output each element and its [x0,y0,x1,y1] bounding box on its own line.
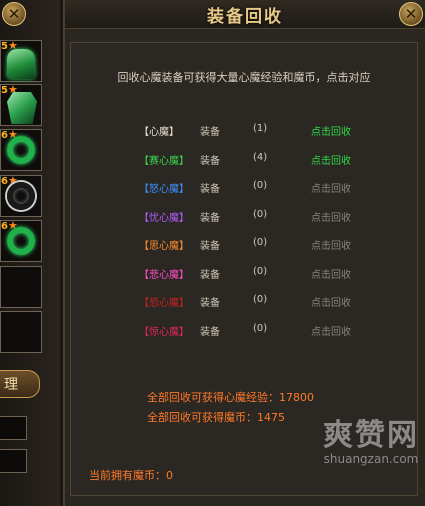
recycle-row: 【思心魔】 装备 (0) 点击回收 [71,237,417,252]
equipment-kind: 装备 [200,326,220,338]
close-icon[interactable]: ✕ [2,2,26,26]
ring-icon [7,182,35,210]
close-icon[interactable]: ✕ [399,2,423,26]
equipment-count: (0) [253,237,268,248]
armor-icon [7,92,37,124]
equipment-kind: 装备 [200,127,220,138]
small-slot-2[interactable] [0,449,27,473]
recycle-row: 【赛心魔】 装备 (4) 点击回收 [71,151,417,167]
equipment-count: (0) [253,208,268,220]
equipment-count: (1) [253,123,268,134]
equipment-name: 【惊心魔】 [139,326,189,338]
watermark-sub: shuangzan.com [323,452,419,466]
equipment-count: (4) [253,151,268,163]
inventory-slot-7[interactable] [0,311,42,353]
item-level: 5 [1,41,8,52]
equipment-count: (0) [253,265,268,277]
watermark: 爽赞网 shuangzan.com [323,410,419,466]
equipment-name: 【怒心魔】 [139,184,189,195]
recycle-button[interactable]: 点击回收 [311,209,351,224]
ring-icon [7,136,35,164]
equipment-kind: 装备 [200,269,220,281]
recycle-button[interactable]: 点击回收 [311,152,351,167]
intro-text: 回收心魔装备可获得大量心魔经验和魔币，点击对应 [117,71,371,84]
recycle-row: 【惊心魔】 装备 (0) 点击回收 [71,322,417,338]
equipment-kind: 装备 [200,241,220,252]
equipment-kind: 装备 [200,298,220,309]
equipment-name: 【恐心魔】 [139,298,189,309]
recycle-button[interactable]: 点击回收 [311,294,351,309]
inventory-strip: ✕ 5 ★ 5 ★ 6 ★ 6 ★ 6 ★ 理 [0,0,60,506]
helm-icon [7,49,35,79]
equipment-name: 【心魔】 [139,127,179,138]
recycle-button[interactable]: 点击回收 [311,323,351,338]
equipment-count: (0) [253,180,268,191]
inventory-slot-5[interactable]: 6 ★ [0,219,42,262]
inventory-slot-3[interactable]: 6 ★ [0,128,42,171]
inventory-slot-2[interactable]: 5 ★ [0,83,42,126]
recycle-row: 【怒心魔】 装备 (0) 点击回收 [71,180,417,195]
recycle-row: 【悲心魔】 装备 (0) 点击回收 [71,265,417,281]
item-level: 6 [1,176,8,187]
inventory-slot-1[interactable]: 5 ★ [0,39,42,82]
inventory-slot-4[interactable]: 6 ★ [0,174,42,217]
small-slot-1[interactable] [0,416,27,440]
recycle-row: 【心魔】 装备 (1) 点击回收 [71,123,417,138]
inventory-slot-6[interactable] [0,266,42,308]
equipment-count: (0) [253,322,268,334]
recycle-button[interactable]: 点击回收 [311,237,351,252]
recycle-button[interactable]: 点击回收 [311,123,351,138]
sort-button[interactable]: 理 [0,370,40,398]
ring-icon [7,227,35,255]
recycle-row: 【恐心魔】 装备 (0) 点击回收 [71,294,417,309]
current-coin: 当前拥有魔币：0 [89,469,173,482]
summary-exp: 全部回收可获得心魔经验：17800 [147,391,314,404]
recycle-row: 【忧心魔】 装备 (0) 点击回收 [71,208,417,224]
equipment-name: 【思心魔】 [139,241,189,252]
item-level: 5 [1,85,8,96]
item-level: 6 [1,130,8,141]
equipment-name: 【悲心魔】 [139,269,189,281]
recycle-button[interactable]: 点击回收 [311,266,351,281]
equipment-name: 【赛心魔】 [139,155,189,167]
equipment-count: (0) [253,294,268,305]
watermark-main: 爽赞网 [323,418,419,453]
equipment-kind: 装备 [200,155,220,167]
title-bar[interactable]: 装备回收 ✕ [65,0,425,29]
equipment-kind: 装备 [200,184,220,195]
summary-coin: 全部回收可获得魔币：1475 [147,411,285,424]
equipment-name: 【忧心魔】 [139,212,189,224]
equipment-kind: 装备 [200,212,220,224]
panel-title: 装备回收 [207,7,283,27]
recycle-button[interactable]: 点击回收 [311,180,351,195]
item-level: 6 [1,221,8,232]
